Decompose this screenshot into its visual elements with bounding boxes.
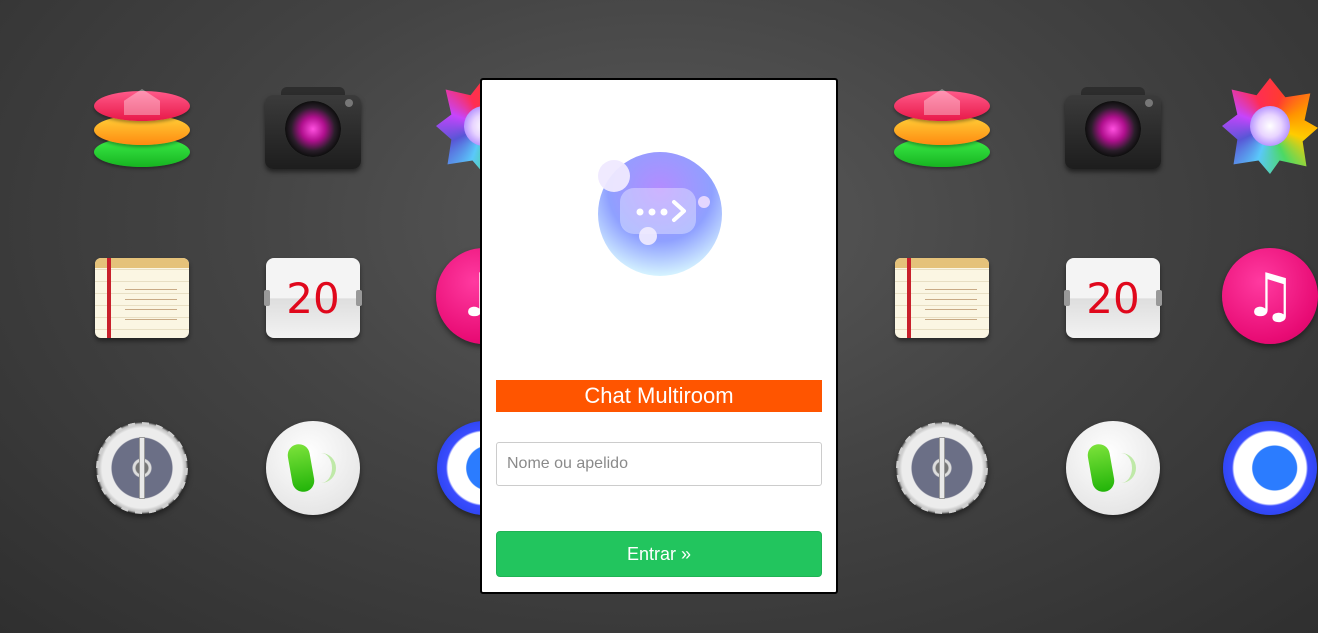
nickname-input[interactable] (496, 442, 822, 486)
calendar-app-icon: 20 (1064, 250, 1162, 346)
gear-icon (896, 422, 988, 514)
phone-app-icon (265, 420, 361, 516)
layers-app-icon (894, 80, 990, 176)
phone-icon (1085, 442, 1117, 494)
notes-app-icon (894, 250, 990, 346)
gear-icon (96, 422, 188, 514)
settings-app-icon (894, 420, 990, 516)
photos-app-icon (1222, 78, 1318, 174)
login-card: Chat Multiroom Entrar » (480, 78, 838, 594)
calendar-app-icon: 20 (264, 250, 362, 346)
music-note-icon: ♫ (1222, 248, 1318, 344)
enter-button[interactable]: Entrar » (496, 531, 822, 577)
phone-icon (285, 442, 317, 494)
browser-app-icon (1222, 420, 1318, 516)
camera-app-icon (265, 80, 361, 176)
camera-app-icon (1065, 80, 1161, 176)
chat-title-banner: Chat Multiroom (496, 380, 822, 412)
phone-app-icon (1065, 420, 1161, 516)
notes-app-icon (94, 250, 190, 346)
chat-bubble-logo-icon (598, 152, 722, 276)
settings-app-icon (94, 420, 190, 516)
calendar-date-label: 20 (264, 258, 362, 338)
layers-app-icon (94, 80, 190, 176)
music-app-icon: ♫ (1222, 248, 1318, 344)
calendar-date-label: 20 (1064, 258, 1162, 338)
